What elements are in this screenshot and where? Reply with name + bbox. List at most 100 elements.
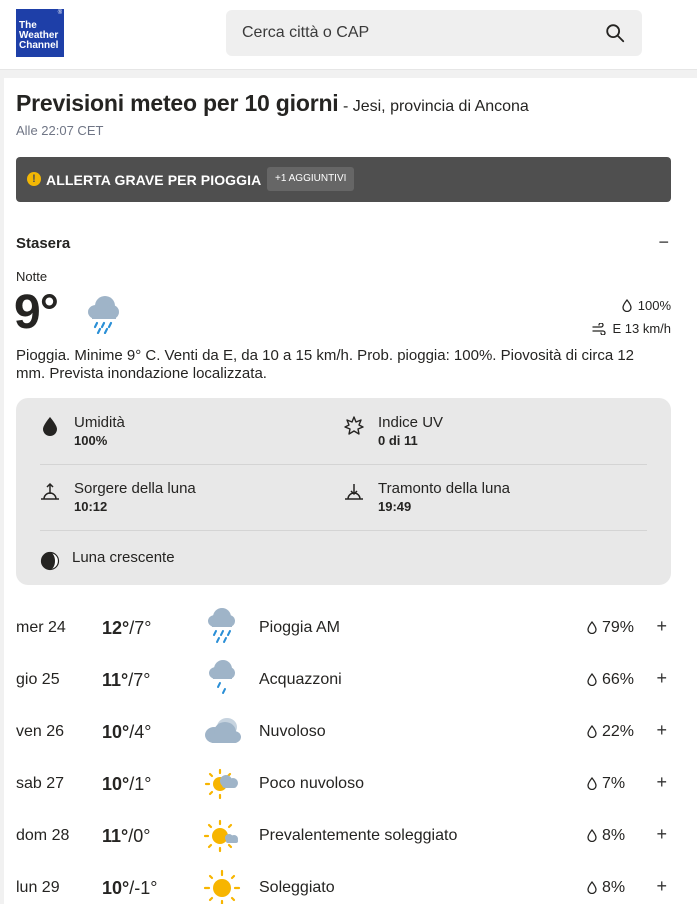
moonrise-icon	[41, 482, 59, 500]
day-temperature: 12°/7°	[102, 618, 151, 639]
raindrop-icon	[587, 672, 597, 687]
alert-text: ALLERTA GRAVE PER PIOGGIA	[46, 172, 262, 188]
period-label: Notte	[16, 269, 48, 284]
raindrop-icon	[587, 880, 597, 895]
expand-day-icon[interactable]: +	[656, 876, 667, 897]
search-box[interactable]	[226, 10, 642, 56]
details-divider	[40, 464, 647, 465]
raindrop-icon	[587, 620, 597, 635]
weather-channel-logo[interactable]: The Weather Channel ®	[16, 9, 64, 57]
moonrise-value: 10:12	[74, 499, 108, 514]
day-condition: Acquazzoni	[259, 671, 342, 688]
tonight-description: Pioggia. Minime 9° C. Venti da E, da 10 …	[16, 347, 635, 382]
day-condition: Soleggiato	[259, 879, 335, 896]
day-low: /4°	[129, 722, 152, 742]
expand-day-icon[interactable]: +	[656, 616, 667, 637]
details-divider	[40, 530, 647, 531]
tonight-wind: E 13 km/h	[592, 321, 671, 336]
uv-label: Indice UV	[378, 414, 444, 431]
partly-cloudy-icon	[204, 768, 238, 800]
tonight-wind-value: E 13 km/h	[612, 321, 671, 336]
page-heading: Previsioni meteo per 10 giorni - Jesi, p…	[16, 90, 676, 117]
expand-day-icon[interactable]: +	[656, 720, 667, 741]
raindrop-icon	[587, 724, 597, 739]
day-high: 10°	[102, 878, 130, 898]
wind-icon	[592, 322, 607, 336]
humidity-label: Umidità	[74, 414, 125, 431]
day-name: sab 27	[16, 775, 65, 792]
uv-sun-icon	[344, 416, 364, 435]
updated-time: Alle 22:07 CET	[16, 123, 104, 138]
day-temperature: 11°/0°	[102, 826, 150, 847]
day-low: /0°	[128, 826, 151, 846]
day-temperature: 10°/1°	[102, 774, 151, 795]
day-precip-value: 7%	[602, 775, 626, 792]
day-high: 10°	[102, 722, 130, 742]
tonight-temperature: 9°	[14, 286, 59, 339]
uv-value: 0 di 11	[378, 433, 418, 448]
daily-forecast-row[interactable]: sab 27 10°/1° Poco nuvoloso 7% +	[16, 762, 671, 814]
day-temperature: 10°/4°	[102, 722, 151, 743]
day-high: 11°	[102, 826, 129, 846]
daily-forecast-row[interactable]: gio 25 11°/7° Acquazzoni 66% +	[16, 658, 671, 710]
day-precip-value: 22%	[602, 723, 635, 740]
additional-alerts-badge[interactable]: +1 AGGIUNTIVI	[267, 167, 355, 191]
daily-forecast-row[interactable]: ven 26 10°/4° Nuvoloso 22% +	[16, 710, 671, 762]
search-input[interactable]	[242, 10, 602, 56]
tonight-details-panel: Umidità 100% Indice UV 0 di 11 Sorgere d…	[16, 398, 671, 585]
moon-phase-label: Luna crescente	[72, 549, 175, 566]
day-high: 12°	[102, 618, 130, 638]
day-low: /1°	[129, 774, 152, 794]
day-condition: Poco nuvoloso	[259, 775, 364, 792]
search-icon[interactable]	[604, 22, 626, 44]
humidity-icon	[43, 417, 57, 436]
day-precip: 7%	[587, 775, 625, 793]
collapse-icon[interactable]: −	[658, 232, 669, 253]
raindrop-icon	[622, 298, 632, 313]
registered-mark: ®	[57, 10, 62, 16]
day-condition: Prevalentemente soleggiato	[259, 827, 458, 844]
day-name: lun 29	[16, 879, 60, 896]
day-low: /-1°	[129, 878, 158, 898]
rain-icon	[208, 608, 235, 643]
day-precip: 8%	[587, 879, 625, 897]
day-precip-value: 79%	[602, 619, 635, 636]
sunny-icon	[203, 869, 241, 904]
day-condition: Pioggia AM	[259, 619, 340, 636]
day-name: ven 26	[16, 723, 65, 740]
day-condition: Nuvoloso	[259, 723, 326, 740]
daily-forecast-row[interactable]: mer 24 12°/7° Pioggia AM 79% +	[16, 606, 671, 658]
page-location: - Jesi, provincia di Ancona	[342, 98, 529, 115]
severe-alert-banner[interactable]: ! ALLERTA GRAVE PER PIOGGIA +1 AGGIUNTIV…	[16, 157, 671, 202]
page-title: Previsioni meteo per 10 giorni	[16, 90, 339, 116]
top-bar: The Weather Channel ®	[0, 0, 697, 70]
mostly-sunny-icon	[203, 819, 238, 853]
day-precip: 8%	[587, 827, 625, 845]
day-precip-value: 8%	[602, 827, 626, 844]
day-name: gio 25	[16, 671, 60, 688]
expand-day-icon[interactable]: +	[656, 668, 667, 689]
expand-day-icon[interactable]: +	[656, 824, 667, 845]
day-name: mer 24	[16, 619, 66, 636]
showers-icon	[209, 660, 235, 694]
moon-phase-icon	[40, 551, 60, 571]
tonight-precip-value: 100%	[637, 298, 671, 313]
daily-forecast-row[interactable]: dom 28 11°/0° Prevalentemente soleggiato 8%…	[16, 814, 671, 866]
logo-line-3: Channel	[19, 40, 59, 51]
tonight-heading: Stasera	[16, 235, 71, 252]
expand-day-icon[interactable]: +	[656, 772, 667, 793]
rain-icon	[88, 296, 119, 334]
day-low: /7°	[129, 618, 152, 638]
day-precip: 66%	[587, 671, 634, 689]
daily-forecast-row[interactable]: lun 29 10°/-1° Soleggiato 8% +	[16, 866, 671, 904]
day-high: 11°	[102, 670, 129, 690]
day-precip-value: 66%	[602, 671, 635, 688]
forecast-card: Previsioni meteo per 10 giorni - Jesi, p…	[4, 78, 697, 904]
day-temperature: 11°/7°	[102, 670, 150, 691]
day-high: 10°	[102, 774, 130, 794]
raindrop-icon	[587, 776, 597, 791]
day-precip: 79%	[587, 619, 634, 637]
raindrop-icon	[587, 828, 597, 843]
humidity-value: 100%	[74, 433, 108, 448]
moonset-value: 19:49	[378, 499, 412, 514]
